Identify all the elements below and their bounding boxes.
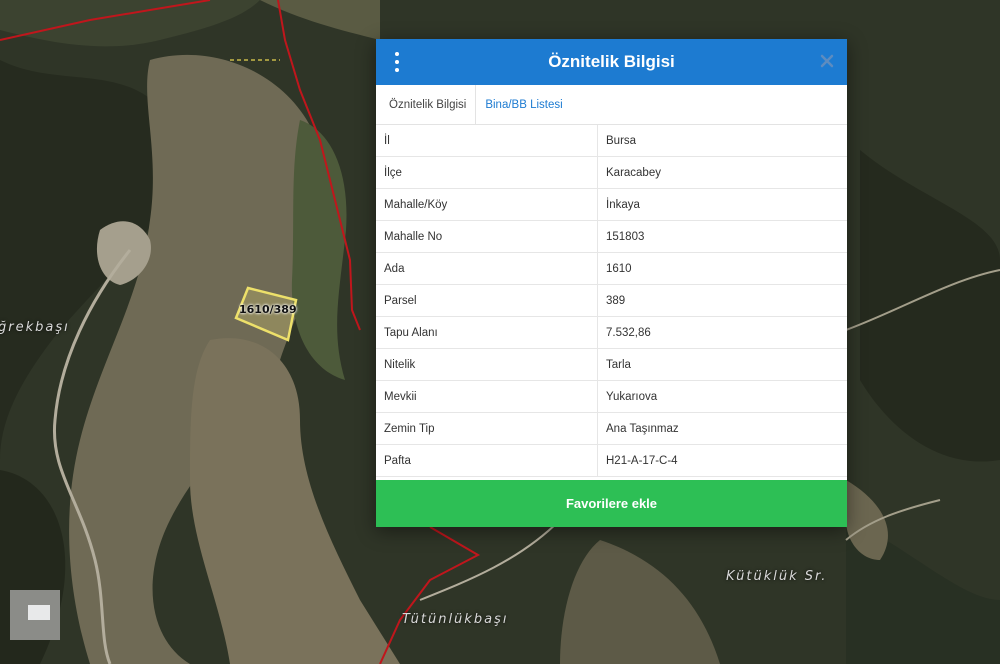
dialog-title: Öznitelik Bilgisi xyxy=(548,52,675,71)
table-row: Ada 1610 xyxy=(376,252,847,285)
attribute-value: Karacabey xyxy=(597,156,847,189)
attribute-key: Zemin Tip xyxy=(376,412,598,445)
add-to-favorites-button[interactable]: Favorilere ekle xyxy=(376,480,847,527)
parcel-label: 1610/389 xyxy=(239,303,297,316)
attribute-key: Parsel xyxy=(376,284,598,317)
tab-attribute-info[interactable]: Öznitelik Bilgisi xyxy=(376,85,477,124)
attribute-key: Pafta xyxy=(376,444,598,477)
table-row: Mahalle/Köy İnkaya xyxy=(376,188,847,221)
attribute-value: 7.532,86 xyxy=(597,316,847,349)
dialog-tabs: Öznitelik Bilgisi Bina/BB Listesi xyxy=(376,85,847,125)
attribute-value: Ana Taşınmaz xyxy=(597,412,847,445)
attribute-value: İnkaya xyxy=(597,188,847,221)
attribute-value: H21-A-17-C-4 xyxy=(597,444,847,477)
table-row: İlçe Karacabey xyxy=(376,156,847,189)
tab-building-list[interactable]: Bina/BB Listesi xyxy=(476,85,571,124)
close-icon[interactable] xyxy=(819,53,835,69)
attribute-key: Ada xyxy=(376,252,598,285)
attribute-table: İl Bursa İlçe Karacabey Mahalle/Köy İnkaya Mah… xyxy=(376,125,847,477)
table-row: Zemin Tip Ana Taşınmaz xyxy=(376,412,847,445)
attribute-value: 389 xyxy=(597,284,847,317)
attribute-value: Tarla xyxy=(597,348,847,381)
dialog-header: Öznitelik Bilgisi xyxy=(376,39,847,85)
table-row: Pafta H21-A-17-C-4 xyxy=(376,444,847,477)
attribute-value: Bursa xyxy=(597,125,847,157)
place-label: ğrekbaşı xyxy=(0,320,70,335)
table-row: Nitelik Tarla xyxy=(376,348,847,381)
attribute-key: Mahalle/Köy xyxy=(376,188,598,221)
attribute-key: İl xyxy=(376,125,598,157)
table-row: Mahalle No 151803 xyxy=(376,220,847,253)
attribute-value: Yukarıova xyxy=(597,380,847,413)
attribute-value: 151803 xyxy=(597,220,847,253)
attribute-key: Tapu Alanı xyxy=(376,316,598,349)
place-label: Tütünlükbaşı xyxy=(402,612,509,627)
place-label: Kütüklük Sr. xyxy=(726,569,828,584)
attribute-key: Nitelik xyxy=(376,348,598,381)
attribute-key: İlçe xyxy=(376,156,598,189)
table-row: Mevkii Yukarıova xyxy=(376,380,847,413)
table-row: Tapu Alanı 7.532,86 xyxy=(376,316,847,349)
table-row: Parsel 389 xyxy=(376,284,847,317)
attribute-key: Mevkii xyxy=(376,380,598,413)
table-row: İl Bursa xyxy=(376,125,847,157)
attribute-dialog: Öznitelik Bilgisi Öznitelik Bilgisi Bina… xyxy=(376,39,847,527)
attribute-value: 1610 xyxy=(597,252,847,285)
attribute-key: Mahalle No xyxy=(376,220,598,253)
